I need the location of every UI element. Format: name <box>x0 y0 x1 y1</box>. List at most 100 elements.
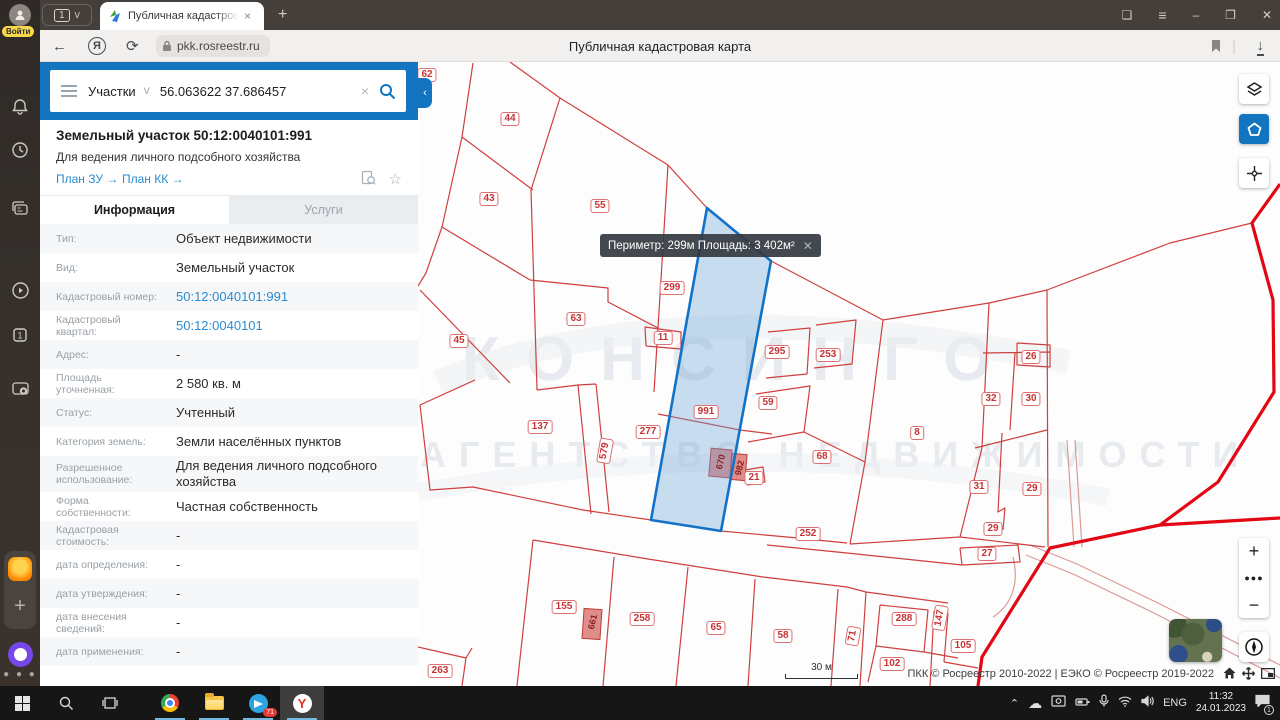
side-panels-icon[interactable]: ❏ <box>1122 8 1133 22</box>
alice-assistant-icon[interactable] <box>8 642 33 667</box>
battery-icon[interactable] <box>1075 694 1090 712</box>
new-tab-button[interactable]: + <box>278 6 287 24</box>
zoom-more-button[interactable]: ●●● <box>1244 573 1263 583</box>
parcel-label[interactable]: 55 <box>590 199 609 213</box>
bookmark-icon[interactable] <box>1210 30 1222 62</box>
parcel-label[interactable]: 58 <box>773 629 792 643</box>
parcel-label[interactable]: 277 <box>636 425 661 439</box>
sidebar-more-button[interactable]: ● ● ● <box>0 669 40 680</box>
tab-close-icon[interactable]: × <box>244 9 251 23</box>
locate-button[interactable] <box>1239 158 1269 188</box>
identify-object-button-active[interactable] <box>1239 114 1269 144</box>
info-row-value-link[interactable]: 50:12:0040101 <box>162 318 418 334</box>
cast-display-icon[interactable] <box>1051 694 1066 712</box>
restore-button[interactable]: ❐ <box>1225 8 1236 22</box>
parcel-label[interactable]: 8 <box>910 426 924 440</box>
fullscreen-icon[interactable] <box>1261 667 1275 682</box>
parcel-label[interactable]: 252 <box>796 527 821 541</box>
task-view-button[interactable] <box>88 686 132 720</box>
taskbar-search-button[interactable] <box>44 686 88 720</box>
add-app-button[interactable]: + <box>0 595 40 618</box>
clock[interactable]: 11:32 24.01.2023 <box>1196 691 1246 715</box>
chrome-taskbar-icon[interactable] <box>148 686 192 720</box>
parcel-label[interactable]: 991 <box>694 405 719 419</box>
tooltip-close-icon[interactable]: ✕ <box>803 239 813 253</box>
browser-menu-icon[interactable]: ≡ <box>1158 7 1166 23</box>
tab-pkk[interactable]: Публичная кадастрова × <box>100 2 264 30</box>
parcel-label[interactable]: 258 <box>630 612 655 626</box>
file-explorer-taskbar-icon[interactable] <box>192 686 236 720</box>
tab-services[interactable]: Услуги <box>229 196 418 224</box>
parcel-label[interactable]: 263 <box>428 664 453 678</box>
chevron-down-icon[interactable]: ᐯ <box>144 86 150 97</box>
parcel-label[interactable]: 27 <box>977 547 996 561</box>
plan-kk-link[interactable]: План КК → <box>122 172 184 186</box>
parcel-label[interactable]: 29 <box>1022 482 1041 496</box>
clear-search-icon[interactable]: × <box>361 83 369 99</box>
downloads-button[interactable]: ↓ <box>1257 36 1265 56</box>
pan-tool-icon[interactable] <box>1242 667 1255 683</box>
parcel-label[interactable]: 26 <box>1021 350 1040 364</box>
login-badge[interactable]: Войти <box>2 26 34 37</box>
parcel-label[interactable]: 44 <box>500 112 519 126</box>
info-row-value-link[interactable]: 50:12:0040101:991 <box>162 289 418 305</box>
parcel-label[interactable]: 11 <box>654 331 673 345</box>
menu-burger-icon[interactable] <box>50 85 88 97</box>
parcel-label[interactable]: 65 <box>706 621 725 635</box>
parcel-label[interactable]: 288 <box>892 612 917 626</box>
microphone-icon[interactable] <box>1099 694 1109 712</box>
search-input[interactable]: 56.063622 37.686457 <box>160 84 361 99</box>
search-box[interactable]: Участки ᐯ 56.063622 37.686457 × <box>50 70 406 112</box>
compass-button[interactable] <box>1239 632 1269 662</box>
parcel-label[interactable]: 102 <box>880 657 905 671</box>
avatar[interactable] <box>9 4 31 26</box>
zoom-out-button[interactable]: − <box>1249 596 1260 614</box>
minimize-button[interactable]: – <box>1192 8 1199 22</box>
search-icon[interactable] <box>379 83 396 100</box>
search-category-select[interactable]: Участки <box>88 84 136 99</box>
parcel-label[interactable]: 155 <box>552 600 577 614</box>
parcel-label[interactable]: 137 <box>528 420 553 434</box>
parcel-label[interactable]: 68 <box>812 450 831 464</box>
cadastral-map[interactable]: КОНСИНГО АГЕНТСТВО НЕДВИЖИМОСТИ <box>418 62 1280 686</box>
onedrive-cloud-icon[interactable]: ☁ <box>1028 695 1042 712</box>
parcel-label[interactable]: 32 <box>981 392 1000 406</box>
language-indicator[interactable]: ENG <box>1163 697 1187 709</box>
parcel-label[interactable]: 21 <box>744 471 763 485</box>
parcel-label[interactable]: 295 <box>765 345 790 359</box>
plan-zu-link[interactable]: План ЗУ → <box>56 172 118 186</box>
parcel-label[interactable]: 43 <box>479 192 498 206</box>
parcel-label[interactable]: 31 <box>969 480 988 494</box>
start-button[interactable] <box>0 686 44 720</box>
parcel-label[interactable]: 253 <box>816 348 841 362</box>
telegram-taskbar-icon[interactable]: 71 <box>236 686 280 720</box>
tab-counter-button[interactable]: 1 ᐯ <box>42 4 92 26</box>
tray-chevron-icon[interactable]: ⌃ <box>1010 697 1019 710</box>
notification-center-icon[interactable]: 1 <box>1255 694 1270 712</box>
layers-button[interactable] <box>1239 74 1269 104</box>
tab-counter-icon[interactable]: 1 <box>0 326 40 344</box>
parcel-label[interactable]: 45 <box>449 334 468 348</box>
volume-icon[interactable] <box>1141 694 1154 712</box>
tab-information[interactable]: Информация <box>40 196 229 224</box>
close-button[interactable]: ✕ <box>1262 8 1272 22</box>
yandex-browser-taskbar-icon[interactable]: Y <box>280 686 324 720</box>
tabs-stack-icon[interactable] <box>0 200 40 218</box>
doc-search-icon[interactable] <box>361 170 376 189</box>
parcel-label[interactable]: 105 <box>951 639 976 653</box>
wifi-icon[interactable] <box>1118 694 1132 712</box>
parcel-label[interactable]: 29 <box>983 522 1002 536</box>
panel-collapse-handle[interactable]: ‹ <box>418 78 432 108</box>
notifications-bell-icon[interactable] <box>0 98 40 116</box>
video-play-icon[interactable] <box>0 281 40 300</box>
satellite-layer-thumbnail[interactable] <box>1169 619 1222 662</box>
parcel-label[interactable]: 59 <box>758 396 777 410</box>
yandex-mail-icon[interactable] <box>8 557 32 581</box>
screencast-icon[interactable] <box>0 380 40 398</box>
zoom-in-button[interactable]: + <box>1249 542 1260 560</box>
parcel-label[interactable]: 30 <box>1021 392 1040 406</box>
history-clock-icon[interactable] <box>0 141 40 159</box>
home-extent-icon[interactable] <box>1223 667 1236 682</box>
parcel-label[interactable]: 299 <box>660 281 685 295</box>
parcel-label[interactable]: 63 <box>566 312 585 326</box>
